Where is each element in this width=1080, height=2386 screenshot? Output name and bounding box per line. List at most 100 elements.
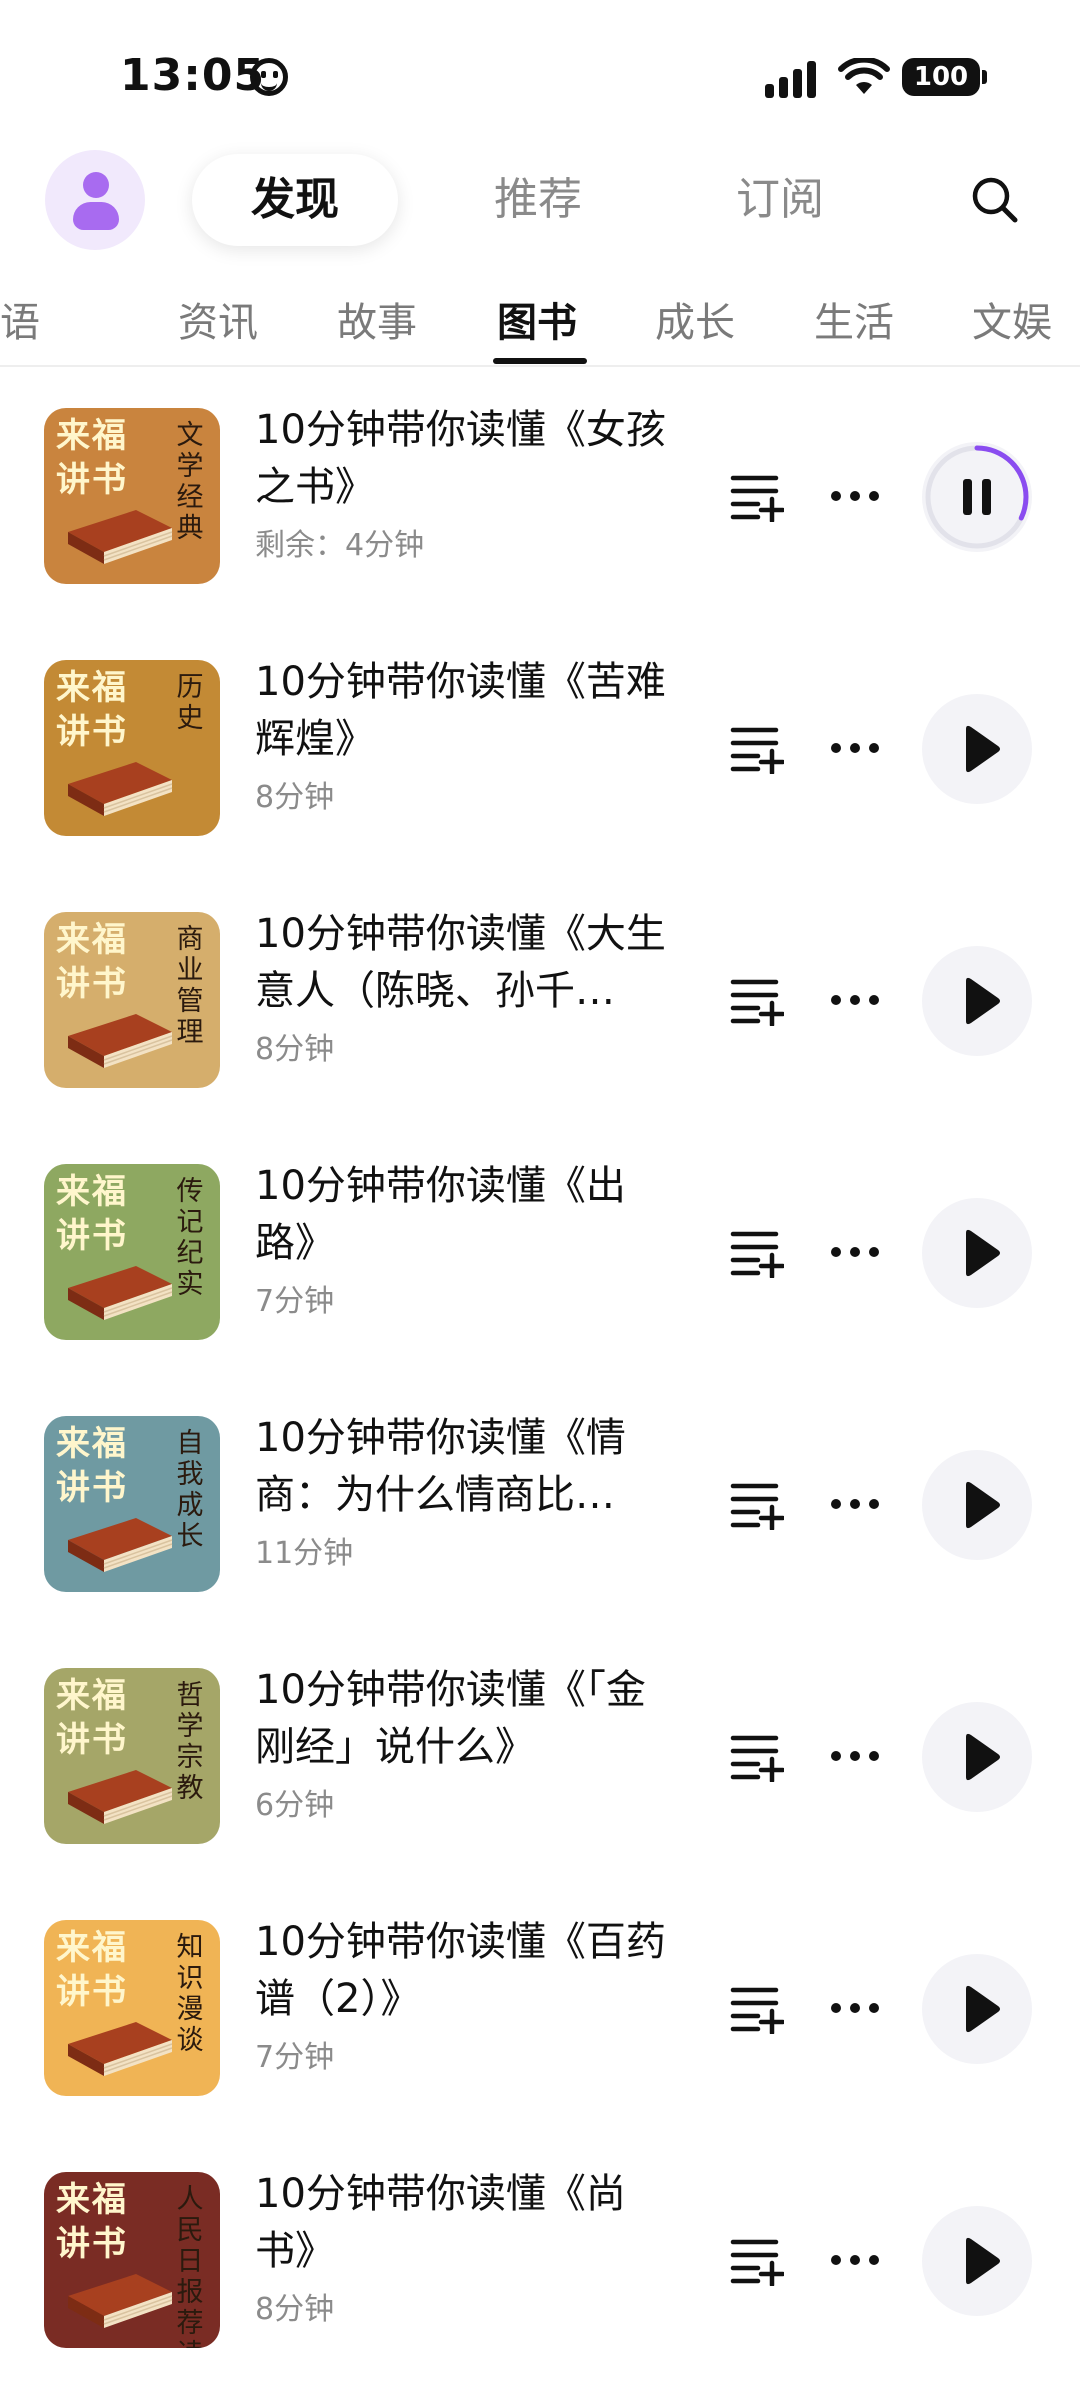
category-tabs: 英语 资讯 故事 图书 成长 生活 文娱 — [0, 280, 1080, 367]
add-to-playlist-icon[interactable] — [730, 1982, 784, 2034]
play-button[interactable] — [922, 2206, 1032, 2316]
more-options-icon[interactable] — [828, 1482, 882, 1526]
tab-subscribe[interactable]: 订阅 — [680, 154, 880, 246]
book-row[interactable]: 来福讲书 人民日报荐读 10分钟带你读懂《尚书》 8分钟 — [0, 2134, 1080, 2386]
cover-brand: 来福讲书 — [56, 920, 128, 1004]
add-to-playlist-icon[interactable] — [730, 1478, 784, 1530]
book-icon — [68, 510, 173, 564]
cover-category: 人民日报荐读 — [176, 2184, 204, 2348]
book-title[interactable]: 10分钟带你读懂《出路》 — [255, 1158, 685, 1272]
play-icon — [966, 1481, 1000, 1529]
category-tab-books[interactable]: 图书 — [497, 290, 577, 348]
more-options-icon[interactable] — [828, 1986, 882, 2030]
category-tab-life[interactable]: 生活 — [814, 290, 894, 348]
book-duration: 11分钟 — [255, 1536, 354, 1571]
book-icon — [68, 2274, 173, 2328]
book-cover[interactable]: 来福讲书 知识漫谈 — [44, 1920, 220, 2096]
more-options-icon[interactable] — [828, 2238, 882, 2282]
user-body-icon — [73, 202, 119, 230]
more-options-icon[interactable] — [828, 474, 882, 518]
book-title[interactable]: 10分钟带你读懂《尚书》 — [255, 2166, 685, 2280]
cover-brand: 来福讲书 — [56, 668, 128, 752]
cover-category: 自我成长 — [176, 1428, 204, 1552]
book-title[interactable]: 10分钟带你读懂《苦难辉煌》 — [255, 654, 685, 768]
add-to-playlist-icon[interactable] — [730, 1226, 784, 1278]
cover-category: 商业管理 — [176, 924, 204, 1048]
play-button[interactable] — [922, 946, 1032, 1056]
book-icon — [68, 1266, 173, 1320]
cover-category: 哲学宗教 — [176, 1680, 204, 1804]
book-title[interactable]: 10分钟带你读懂《「金刚经」说什么》 — [255, 1662, 685, 1776]
cover-brand: 来福讲书 — [56, 1928, 128, 2012]
book-row[interactable]: 来福讲书 传记纪实 10分钟带你读懂《出路》 7分钟 — [0, 1126, 1080, 1378]
top-nav: 发现 推荐 订阅 — [0, 150, 1080, 260]
play-button[interactable] — [922, 1702, 1032, 1812]
book-cover[interactable]: 来福讲书 自我成长 — [44, 1416, 220, 1592]
add-to-playlist-icon[interactable] — [730, 2234, 784, 2286]
emoji-status-icon — [250, 58, 288, 96]
category-tab-stories[interactable]: 故事 — [337, 290, 417, 348]
more-options-icon[interactable] — [828, 1230, 882, 1274]
cover-brand: 来福讲书 — [56, 1172, 128, 1256]
add-to-playlist-icon[interactable] — [730, 1730, 784, 1782]
active-tab-underline — [493, 358, 587, 364]
book-icon — [68, 2022, 173, 2076]
cover-brand: 来福讲书 — [56, 416, 128, 500]
book-row[interactable]: 来福讲书 商业管理 10分钟带你读懂《大生意人（陈晓、孙千… 8分钟 — [0, 874, 1080, 1126]
cover-category: 历史 — [176, 672, 204, 734]
category-tab-english[interactable]: 英语 — [0, 290, 40, 348]
book-title[interactable]: 10分钟带你读懂《情商：为什么情商比… — [255, 1410, 685, 1524]
play-button[interactable] — [922, 1198, 1032, 1308]
more-options-icon[interactable] — [828, 726, 882, 770]
more-options-icon[interactable] — [828, 1734, 882, 1778]
book-cover[interactable]: 来福讲书 历史 — [44, 660, 220, 836]
signal-icon — [765, 61, 816, 98]
pause-button[interactable] — [922, 442, 1032, 552]
book-cover[interactable]: 来福讲书 哲学宗教 — [44, 1668, 220, 1844]
wifi-icon — [838, 58, 890, 94]
book-cover[interactable]: 来福讲书 人民日报荐读 — [44, 2172, 220, 2348]
book-icon — [68, 762, 173, 816]
book-icon — [68, 1014, 173, 1068]
book-duration: 剩余：4分钟 — [255, 528, 425, 563]
book-row[interactable]: 来福讲书 文学经典 10分钟带你读懂《女孩之书》 剩余：4分钟 — [0, 370, 1080, 622]
book-cover[interactable]: 来福讲书 商业管理 — [44, 912, 220, 1088]
add-to-playlist-icon[interactable] — [730, 974, 784, 1026]
category-tab-growth[interactable]: 成长 — [655, 290, 735, 348]
search-icon[interactable] — [970, 175, 1020, 225]
book-row[interactable]: 来福讲书 哲学宗教 10分钟带你读懂《「金刚经」说什么》 6分钟 — [0, 1630, 1080, 1882]
category-tab-news[interactable]: 资讯 — [178, 290, 258, 348]
tab-discover[interactable]: 发现 — [192, 154, 398, 246]
category-tab-entertainment[interactable]: 文娱 — [972, 290, 1052, 348]
play-button[interactable] — [922, 1954, 1032, 2064]
play-button[interactable] — [922, 694, 1032, 804]
book-row[interactable]: 来福讲书 知识漫谈 10分钟带你读懂《百药谱（2）》 7分钟 — [0, 1882, 1080, 2134]
add-to-playlist-icon[interactable] — [730, 722, 784, 774]
user-head-icon — [83, 172, 109, 198]
avatar[interactable] — [45, 150, 145, 250]
cover-category: 文学经典 — [176, 420, 204, 544]
book-duration: 8分钟 — [255, 2292, 335, 2327]
book-duration: 8分钟 — [255, 780, 335, 815]
play-button[interactable] — [922, 1450, 1032, 1560]
book-title[interactable]: 10分钟带你读懂《大生意人（陈晓、孙千… — [255, 906, 685, 1020]
status-bar: 13:05 100 — [0, 0, 1080, 150]
book-icon — [68, 1518, 173, 1572]
status-time: 13:05 — [120, 50, 266, 101]
cover-category: 传记纪实 — [176, 1176, 204, 1300]
add-to-playlist-icon[interactable] — [730, 470, 784, 522]
book-cover[interactable]: 来福讲书 传记纪实 — [44, 1164, 220, 1340]
book-row[interactable]: 来福讲书 历史 10分钟带你读懂《苦难辉煌》 8分钟 — [0, 622, 1080, 874]
tab-recommend[interactable]: 推荐 — [438, 154, 638, 246]
book-title[interactable]: 10分钟带你读懂《百药谱（2）》 — [255, 1914, 685, 2028]
more-options-icon[interactable] — [828, 978, 882, 1022]
cover-brand: 来福讲书 — [56, 2180, 128, 2264]
book-duration: 8分钟 — [255, 1032, 335, 1067]
book-cover[interactable]: 来福讲书 文学经典 — [44, 408, 220, 584]
book-duration: 7分钟 — [255, 1284, 335, 1319]
book-icon — [68, 1770, 173, 1824]
cover-brand: 来福讲书 — [56, 1676, 128, 1760]
book-title[interactable]: 10分钟带你读懂《女孩之书》 — [255, 402, 685, 516]
book-row[interactable]: 来福讲书 自我成长 10分钟带你读懂《情商：为什么情商比… 11分钟 — [0, 1378, 1080, 1630]
cover-category: 知识漫谈 — [176, 1932, 204, 2056]
